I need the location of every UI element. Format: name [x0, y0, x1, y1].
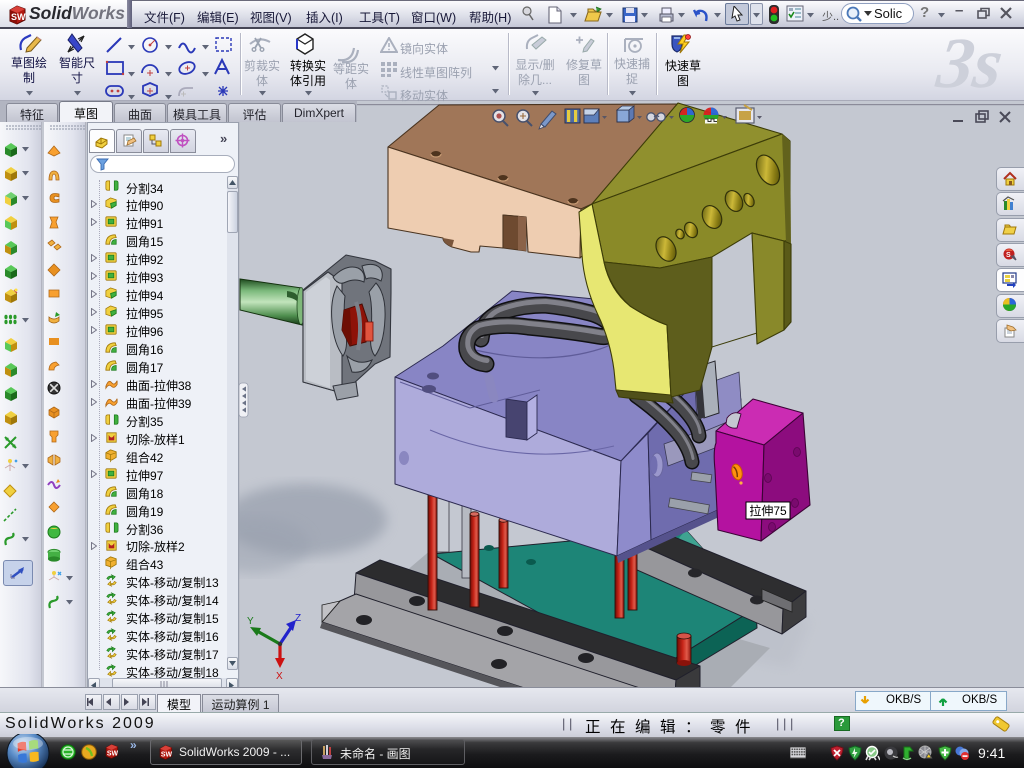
svg-text:SW: SW — [161, 751, 173, 758]
svg-text:Y: Y — [247, 616, 254, 627]
svg-text:X: X — [276, 671, 283, 682]
svg-text:Z: Z — [295, 613, 301, 624]
svg-text:SW: SW — [107, 750, 119, 757]
svg-text:拉伸75: 拉伸75 — [749, 503, 787, 518]
svg-text:SW: SW — [11, 12, 26, 22]
svg-text:S: S — [1006, 252, 1011, 259]
